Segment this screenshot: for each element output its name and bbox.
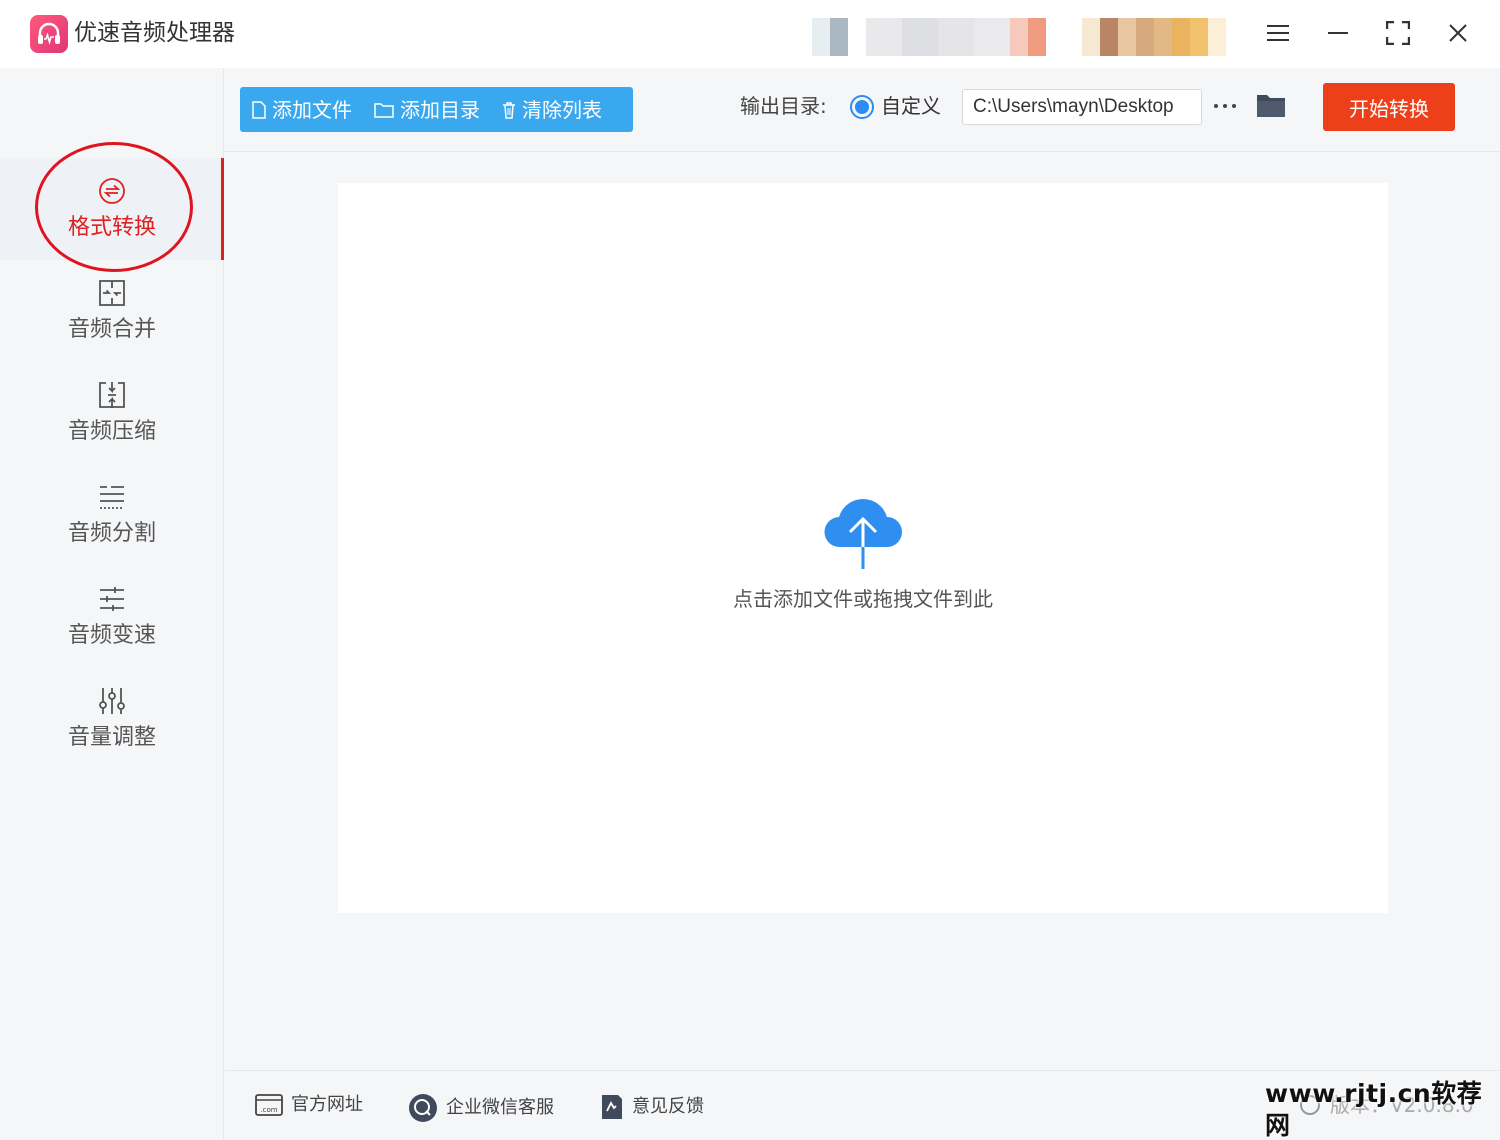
split-icon (100, 486, 124, 509)
close-icon[interactable] (1438, 14, 1478, 52)
folder-icon (1257, 95, 1285, 117)
merge-icon (99, 280, 125, 306)
active-indicator (221, 158, 224, 260)
svg-text:.com: .com (260, 1106, 277, 1114)
app-title: 优速音频处理器 (74, 20, 235, 46)
sidebar-item-split[interactable]: 音频分割 (0, 464, 224, 566)
feedback-link[interactable]: 意见反馈 (600, 1093, 704, 1121)
folder-outline-icon (374, 102, 394, 118)
add-directory-button[interactable]: 添加目录 (374, 98, 480, 122)
maximize-icon[interactable] (1378, 14, 1418, 52)
file-drop-zone[interactable]: 点击添加文件或拖拽文件到此 (338, 183, 1388, 913)
add-directory-label: 添加目录 (400, 97, 480, 122)
sidebar-item-speed[interactable]: 音频变速 (0, 566, 224, 668)
speed-icon (100, 587, 124, 611)
compress-icon (99, 382, 125, 408)
blurred-avatar (1082, 18, 1226, 56)
drop-hint-text: 点击添加文件或拖拽文件到此 (733, 587, 993, 611)
clear-list-label: 清除列表 (522, 97, 602, 122)
add-file-label: 添加文件 (272, 97, 352, 122)
website-icon: .com (255, 1094, 283, 1116)
custom-output-radio[interactable] (850, 95, 874, 119)
feedback-label: 意见反馈 (632, 1096, 704, 1117)
sidebar-item-label: 音频合并 (67, 317, 156, 342)
sidebar-item-label: 音量调整 (67, 725, 156, 750)
clear-list-button[interactable]: 清除列表 (502, 98, 602, 122)
wechat-service-label: 企业微信客服 (446, 1097, 554, 1118)
sidebar-item-merge[interactable]: 音频合并 (0, 260, 224, 362)
sidebar-item-volume[interactable]: 音量调整 (0, 668, 224, 770)
format-convert-icon (99, 178, 125, 204)
sidebar-item-label: 音频压缩 (67, 419, 156, 444)
sidebar-item-format-convert[interactable]: 格式转换 (0, 158, 224, 260)
sidebar-item-label: 格式转换 (67, 215, 156, 240)
chat-icon (409, 1094, 437, 1122)
output-path-field[interactable] (962, 89, 1202, 125)
cloud-upload-icon (824, 499, 902, 569)
sidebar-item-label: 音频分割 (67, 521, 156, 546)
sidebar-item-compress[interactable]: 音频压缩 (0, 362, 224, 464)
start-convert-button[interactable]: 开始转换 (1323, 83, 1455, 131)
ellipsis-icon (1214, 104, 1236, 108)
app-logo-icon (30, 15, 68, 53)
official-website-label: 官方网址 (291, 1094, 363, 1115)
site-watermark: www.rjtj.cn软荐网 (1265, 1079, 1483, 1140)
add-file-button[interactable]: 添加文件 (252, 98, 352, 122)
blurred-account-info (812, 18, 1046, 56)
menu-icon[interactable] (1258, 14, 1298, 52)
minimize-icon[interactable] (1318, 14, 1358, 52)
custom-output-label[interactable]: 自定义 (881, 92, 941, 120)
volume-adjust-icon (99, 688, 125, 714)
file-button-group: 添加文件 添加目录 清除列表 (240, 87, 633, 132)
output-directory-label: 输出目录: (740, 94, 827, 118)
feedback-icon (602, 1095, 622, 1119)
file-icon (252, 100, 266, 119)
toolbar: 添加文件 添加目录 清除列表 输出目录: 自定义 开始转换 (225, 68, 1500, 152)
official-website-link[interactable]: .com 官方网址 (255, 1093, 363, 1117)
open-folder-button[interactable] (1255, 91, 1287, 121)
title-bar: 优速音频处理器 (0, 0, 1500, 68)
wechat-service-link[interactable]: 企业微信客服 (408, 1093, 554, 1123)
sidebar: 格式转换 音频合并 音频压缩 音频分割 音频变速 音量调整 (0, 68, 224, 1140)
trash-icon (503, 101, 515, 119)
sidebar-item-label: 音频变速 (67, 623, 156, 648)
more-options-button[interactable] (1210, 91, 1240, 121)
